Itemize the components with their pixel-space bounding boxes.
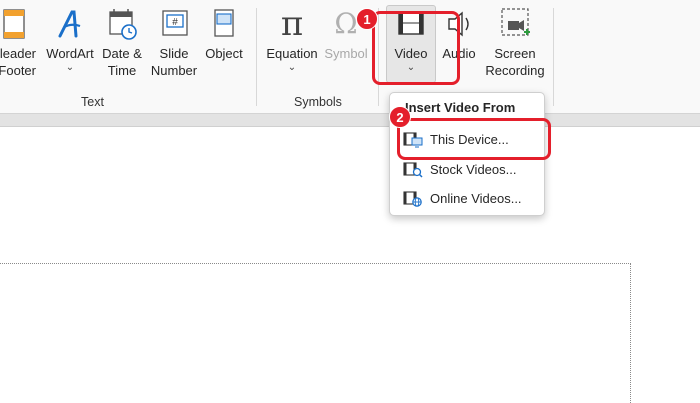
object-icon xyxy=(200,6,248,42)
step2-badge: 2 xyxy=(389,106,411,128)
date-time-label-line1: Date & xyxy=(102,46,142,61)
online-videos-label: Online Videos... xyxy=(430,191,522,206)
date-time-button[interactable]: Date & Time xyxy=(98,6,146,79)
slide-number-icon: # xyxy=(148,6,200,42)
screen-recording-icon xyxy=(482,6,548,42)
step1-badge: 1 xyxy=(356,8,378,30)
header-footer-label-line1: leader xyxy=(0,46,36,61)
group-separator xyxy=(256,8,257,106)
wordart-label: WordArt xyxy=(46,46,94,61)
screen-recording-button[interactable]: Screen Recording xyxy=(482,6,548,79)
calendar-clock-icon xyxy=(98,6,146,42)
object-label: Object xyxy=(205,46,243,61)
stock-videos-label: Stock Videos... xyxy=(430,162,517,177)
wordart-icon xyxy=(42,6,98,42)
text-group-label: Text xyxy=(81,95,104,109)
slide-number-glyph: # xyxy=(172,17,178,28)
step2-highlight xyxy=(397,118,551,160)
symbols-group-label: Symbols xyxy=(294,95,342,109)
equation-label: Equation xyxy=(266,46,318,61)
slide-number-button[interactable]: # Slide Number xyxy=(148,6,200,79)
equation-button[interactable]: π Equation ⌄ xyxy=(264,6,320,73)
menu-item-online-videos[interactable]: Online Videos... xyxy=(400,187,540,211)
symbol-label: Symbol xyxy=(324,46,368,61)
date-time-label-line2: Time xyxy=(107,63,137,78)
menu-item-stock-videos[interactable]: Stock Videos... xyxy=(400,158,540,182)
chevron-down-icon: ⌄ xyxy=(65,62,75,73)
header-footer-label-line2: Footer xyxy=(0,63,36,78)
object-button[interactable]: Object xyxy=(200,6,248,62)
group-separator xyxy=(553,8,554,106)
slide-number-label-line1: Slide xyxy=(159,46,189,61)
slide-number-label-line2: Number xyxy=(150,63,198,78)
header-footer-icon xyxy=(0,6,40,42)
ribbon: leader Footer WordArt ⌄ Date & Time # Sl… xyxy=(0,0,700,113)
stock-video-icon xyxy=(403,161,423,179)
ribbon-bottom-border xyxy=(0,113,700,127)
header-footer-button[interactable]: leader Footer xyxy=(0,6,40,79)
online-video-icon xyxy=(403,190,423,208)
slide-placeholder[interactable] xyxy=(0,263,631,403)
pi-icon: π xyxy=(280,4,304,44)
menu-title: Insert Video From xyxy=(405,100,516,115)
chevron-down-icon: ⌄ xyxy=(287,62,297,73)
screen-recording-label-line2: Recording xyxy=(485,63,545,78)
wordart-button[interactable]: WordArt ⌄ xyxy=(42,6,98,73)
step1-highlight xyxy=(372,11,460,85)
screen-recording-label-line1: Screen xyxy=(494,46,536,61)
